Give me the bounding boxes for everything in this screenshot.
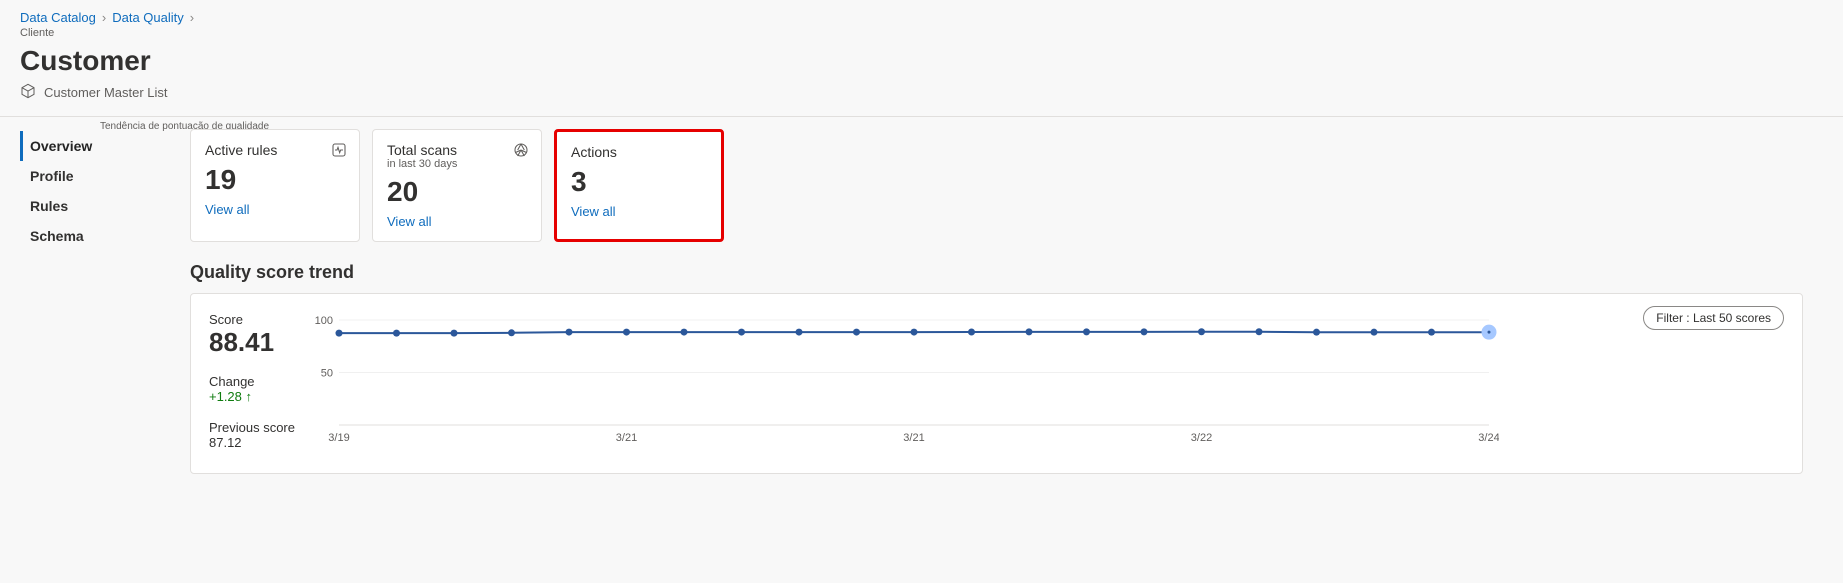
sidebar-item-schema[interactable]: Schema xyxy=(20,221,190,251)
chevron-right-icon: › xyxy=(190,10,194,25)
svg-text:3/21: 3/21 xyxy=(616,432,637,444)
summary-cards: Active rules19View allTotal scansin last… xyxy=(190,129,1803,242)
change-label: Change xyxy=(209,374,299,389)
breadcrumb-item-data-quality[interactable]: Data Quality xyxy=(112,10,184,25)
prev-score-value: 87.12 xyxy=(209,435,299,450)
sidebar: OverviewProfileRulesSchema xyxy=(0,117,190,474)
card-subtitle: in last 30 days xyxy=(387,158,527,170)
card-value: 3 xyxy=(571,166,707,198)
card-total-scans: Total scansin last 30 days 20 View all xyxy=(372,129,542,242)
section-title-quality-trend: Quality score trend xyxy=(190,262,1803,283)
main-content: Tendência de pontuação de qualidade Acti… xyxy=(190,117,1843,474)
page-title: Customer xyxy=(20,45,1823,77)
svg-text:3/21: 3/21 xyxy=(903,432,924,444)
score-panel: Score 88.41 Change +1.28 ↑ Previous scor… xyxy=(209,310,299,453)
breadcrumb-item-data-catalog[interactable]: Data Catalog xyxy=(20,10,96,25)
card-actions: Actions 3 View all xyxy=(554,129,724,242)
card-value: 19 xyxy=(205,164,345,196)
svg-text:3/22: 3/22 xyxy=(1191,432,1212,444)
card-active-rules: Active rules 19 View all xyxy=(190,129,360,242)
line-chart: 100 50 3/19 3/21 3/21 3/22 3/24 xyxy=(309,310,1784,453)
card-viewall-link[interactable]: View all xyxy=(205,202,250,217)
svg-text:3/24: 3/24 xyxy=(1478,432,1499,444)
change-value: +1.28 ↑ xyxy=(209,389,299,404)
svg-text:100: 100 xyxy=(315,315,333,327)
card-viewall-link[interactable]: View all xyxy=(571,204,616,219)
card-value: 20 xyxy=(387,176,527,208)
card-viewall-link[interactable]: View all xyxy=(387,214,432,229)
prev-score-label: Previous score xyxy=(209,420,299,435)
card-title: Active rules xyxy=(205,142,345,158)
card-title: Actions xyxy=(571,144,707,160)
subtitle-text: Customer Master List xyxy=(44,85,168,100)
cube-icon xyxy=(20,83,36,102)
chart-card: Filter : Last 50 scores Score 88.41 Chan… xyxy=(190,293,1803,474)
breadcrumb: Data Catalog › Data Quality › xyxy=(20,10,1823,25)
breadcrumb-sub: Cliente xyxy=(20,27,1823,39)
svg-text:50: 50 xyxy=(321,368,333,380)
sidebar-item-profile[interactable]: Profile xyxy=(20,161,190,191)
chevron-right-icon: › xyxy=(102,10,106,25)
svg-text:3/19: 3/19 xyxy=(328,432,349,444)
aperture-icon xyxy=(513,142,529,161)
sidebar-item-rules[interactable]: Rules xyxy=(20,191,190,221)
score-label: Score xyxy=(209,312,299,327)
filter-button[interactable]: Filter : Last 50 scores xyxy=(1643,306,1784,330)
card-title: Total scans xyxy=(387,142,527,158)
score-value: 88.41 xyxy=(209,327,299,358)
heartbeat-icon xyxy=(331,142,347,161)
sidebar-item-overview[interactable]: Overview xyxy=(20,131,190,161)
